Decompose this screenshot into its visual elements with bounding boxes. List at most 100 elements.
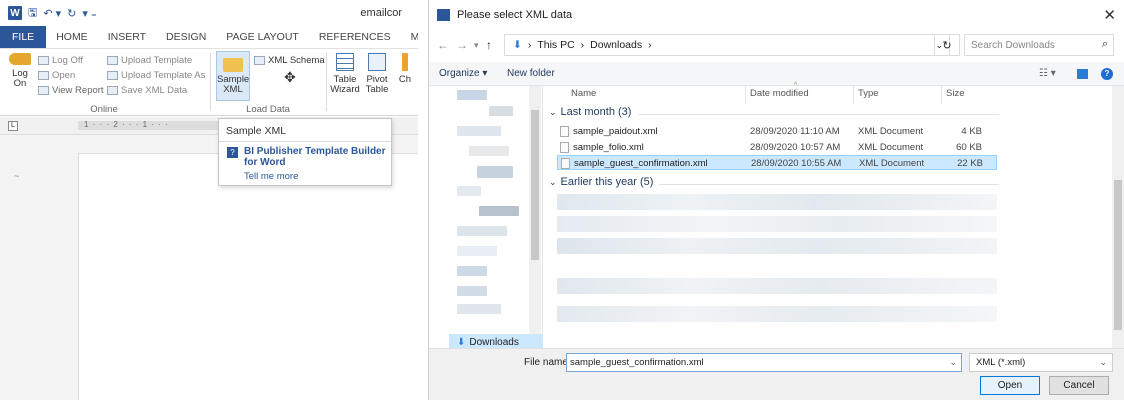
file-name-input[interactable]: sample_guest_confirmation.xml ⌄ bbox=[566, 353, 962, 372]
column-separator bbox=[853, 86, 854, 104]
document-page[interactable] bbox=[78, 153, 418, 400]
chart-icon bbox=[402, 53, 408, 71]
tell-me-more-link[interactable]: Tell me more bbox=[244, 171, 298, 182]
undo-icon[interactable]: ↶ ▾ bbox=[43, 7, 61, 20]
tooltip-help-link[interactable]: BI Publisher Template Builder for Word bbox=[244, 146, 389, 168]
tab-home[interactable]: HOME bbox=[46, 26, 98, 48]
upload-template-label: Upload Template bbox=[121, 55, 193, 66]
nav-item-blurred[interactable] bbox=[457, 90, 487, 100]
log-on-button[interactable]: Log On bbox=[6, 53, 34, 89]
refresh-button[interactable]: ↻ bbox=[934, 34, 960, 56]
breadcrumb-downloads[interactable]: Downloads bbox=[590, 39, 642, 51]
new-folder-button[interactable]: New folder bbox=[507, 68, 555, 79]
search-input[interactable]: Search Downloads ⌕ bbox=[964, 34, 1114, 56]
sample-xml-button[interactable]: Sample XML bbox=[216, 51, 250, 101]
upload-template-button[interactable]: Upload Template bbox=[107, 55, 192, 66]
up-arrow-icon[interactable]: ↑ bbox=[486, 38, 492, 52]
file-row-blurred[interactable] bbox=[557, 278, 997, 294]
table-icon bbox=[336, 53, 354, 71]
group-header[interactable]: ⌄ Earlier this year (5) bbox=[549, 176, 653, 188]
nav-item-blurred[interactable] bbox=[489, 106, 513, 116]
breadcrumb-this-pc[interactable]: This PC bbox=[537, 39, 574, 51]
organize-button[interactable]: Organize ▾ bbox=[439, 68, 487, 79]
file-date: 28/09/2020 11:10 AM bbox=[750, 126, 840, 137]
online-group-label: Online bbox=[90, 104, 118, 115]
chevron-down-icon[interactable]: ⌄ bbox=[949, 357, 957, 368]
tab-insert[interactable]: INSERT bbox=[98, 26, 156, 48]
document-title: emailcor bbox=[360, 7, 402, 19]
breadcrumb-separator: › bbox=[648, 39, 652, 51]
file-name-label: File name: bbox=[524, 357, 571, 368]
word-logo-icon: W bbox=[8, 6, 22, 20]
address-bar[interactable]: ⬇ › This PC › Downloads › ⌄ bbox=[504, 34, 950, 56]
file-row-blurred[interactable] bbox=[557, 306, 997, 322]
file-type: XML Document bbox=[859, 158, 925, 169]
help-icon[interactable]: ? bbox=[1101, 68, 1113, 80]
log-on-label: Log On bbox=[12, 68, 28, 89]
sample-xml-tooltip: Sample XML ? BI Publisher Template Build… bbox=[218, 118, 392, 186]
cancel-button[interactable]: Cancel bbox=[1049, 376, 1109, 395]
customize-qat-icon[interactable]: ▾ ₌ bbox=[82, 7, 96, 20]
forward-arrow-icon[interactable]: → bbox=[456, 38, 468, 52]
back-arrow-icon[interactable]: ← bbox=[437, 38, 449, 52]
key-icon bbox=[9, 53, 31, 65]
nav-item-blurred[interactable] bbox=[479, 206, 519, 216]
tab-references[interactable]: REFERENCES bbox=[309, 26, 401, 48]
xml-schema-label: XML Schema bbox=[268, 55, 325, 66]
column-header-date[interactable]: Date modified bbox=[750, 88, 809, 99]
file-row[interactable]: sample_paidout.xml 28/09/2020 11:10 AM X… bbox=[557, 124, 997, 139]
open-button[interactable]: Open bbox=[980, 376, 1040, 395]
tab-stop-icon[interactable]: L bbox=[8, 121, 18, 131]
nav-item-blurred[interactable] bbox=[457, 186, 481, 196]
save-icon[interactable]: 🖫 bbox=[28, 4, 37, 23]
file-row-blurred[interactable] bbox=[557, 216, 997, 232]
ribbon: Log On Log Off Open View Report Upload T… bbox=[0, 48, 418, 116]
nav-item-blurred[interactable] bbox=[457, 126, 501, 136]
column-separator bbox=[941, 86, 942, 104]
file-row-blurred[interactable] bbox=[557, 238, 997, 254]
nav-item-blurred[interactable] bbox=[457, 304, 501, 314]
file-list-scrollbar-thumb[interactable] bbox=[1114, 180, 1122, 330]
upload-template-as-button[interactable]: Upload Template As bbox=[107, 70, 205, 81]
column-header-size[interactable]: Size bbox=[946, 88, 964, 99]
close-icon[interactable]: ✕ bbox=[1103, 6, 1116, 24]
open-button[interactable]: Open bbox=[38, 70, 75, 81]
recent-locations-icon[interactable]: ▾ bbox=[474, 40, 479, 51]
file-row-selected[interactable]: sample_guest_confirmation.xml 28/09/2020… bbox=[557, 155, 997, 170]
redo-icon[interactable]: ↻ bbox=[67, 7, 76, 20]
tab-page-layout[interactable]: PAGE LAYOUT bbox=[216, 26, 309, 48]
table-wizard-button[interactable]: Table Wizard bbox=[330, 53, 360, 95]
pivot-table-button[interactable]: Pivot Table bbox=[364, 53, 390, 95]
nav-item-blurred[interactable] bbox=[469, 146, 509, 156]
xml-schema-button[interactable]: XML Schema bbox=[254, 55, 325, 66]
nav-item-blurred[interactable] bbox=[457, 286, 487, 296]
chart-button[interactable]: Ch bbox=[394, 53, 416, 85]
xml-file-icon bbox=[560, 142, 569, 153]
ribbon-separator bbox=[326, 53, 327, 111]
preview-pane-icon[interactable] bbox=[1077, 69, 1088, 79]
file-date: 28/09/2020 10:57 AM bbox=[750, 142, 841, 153]
tab-design[interactable]: DESIGN bbox=[156, 26, 216, 48]
nav-item-blurred[interactable] bbox=[457, 246, 497, 256]
save-xml-data-button[interactable]: Save XML Data bbox=[107, 85, 187, 96]
file-size: 4 KB bbox=[961, 126, 982, 137]
column-header-name[interactable]: Name bbox=[571, 88, 596, 99]
tab-mailings[interactable]: MAILINGS bbox=[401, 26, 418, 48]
file-row-blurred[interactable] bbox=[557, 194, 997, 210]
nav-scrollbar-thumb[interactable] bbox=[531, 110, 539, 260]
nav-item-blurred[interactable] bbox=[477, 166, 513, 178]
group-header[interactable]: ⌄ Last month (3) bbox=[549, 106, 631, 118]
view-report-button[interactable]: View Report bbox=[38, 85, 104, 96]
nav-item-blurred[interactable] bbox=[457, 266, 487, 276]
view-report-label: View Report bbox=[52, 85, 104, 96]
log-off-button[interactable]: Log Off bbox=[38, 55, 83, 66]
file-type: XML Document bbox=[858, 142, 924, 153]
column-header-type[interactable]: Type bbox=[858, 88, 879, 99]
file-row[interactable]: sample_folio.xml 28/09/2020 10:57 AM XML… bbox=[557, 140, 997, 155]
xml-schema-icon bbox=[254, 56, 265, 65]
view-options-icon[interactable]: ☷ ▾ bbox=[1039, 68, 1056, 79]
quick-access-toolbar: W 🖫 ↶ ▾ ↻ ▾ ₌ bbox=[0, 0, 418, 26]
file-type-select[interactable]: XML (*.xml) ⌄ bbox=[969, 353, 1113, 372]
tab-file[interactable]: FILE bbox=[0, 26, 47, 48]
nav-item-blurred[interactable] bbox=[457, 226, 507, 236]
